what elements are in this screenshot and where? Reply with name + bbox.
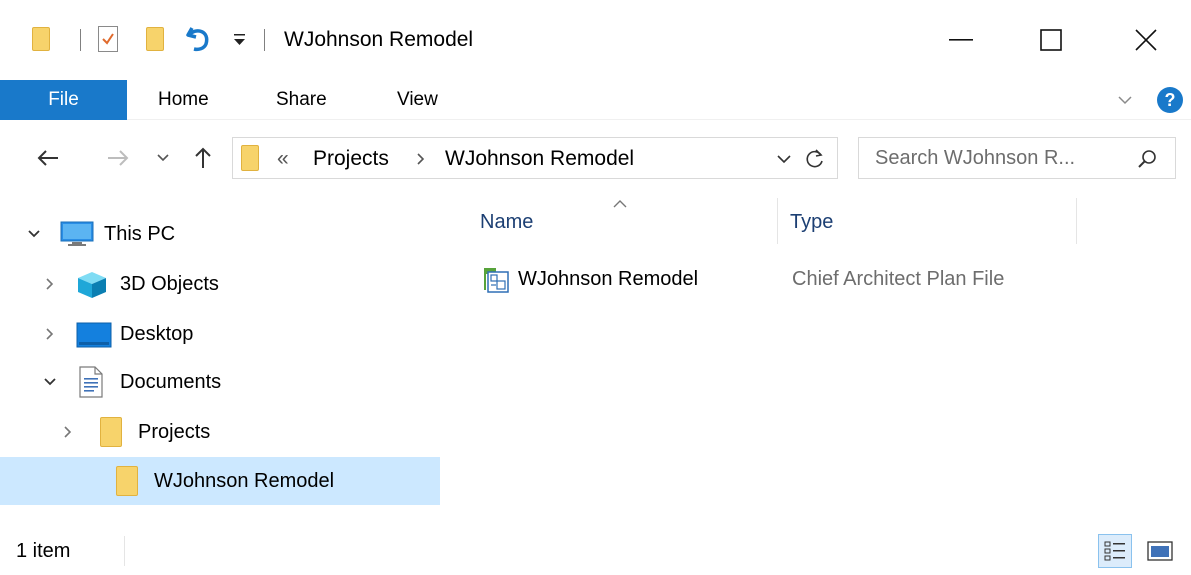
document-icon [78, 366, 104, 398]
nav-item-this-pc[interactable]: This PC [0, 210, 440, 258]
nav-item-3d-objects[interactable]: 3D Objects [0, 260, 440, 308]
plan-file-icon [482, 266, 510, 294]
maximize-button[interactable] [1016, 0, 1086, 80]
status-bar: 1 item [0, 530, 1191, 575]
arrow-left-icon [37, 150, 58, 166]
nav-item-wjohnson-remodel[interactable]: WJohnson Remodel [0, 457, 440, 505]
folder-icon [100, 417, 122, 447]
table-row[interactable]: WJohnson Remodel Chief Architect Plan Fi… [470, 258, 1150, 302]
search-icon[interactable] [1137, 148, 1159, 170]
nav-item-label: Projects [138, 420, 211, 443]
search-box[interactable]: Search WJohnson R... [858, 137, 1176, 179]
file-name: WJohnson Remodel [518, 268, 699, 290]
help-button[interactable]: ? [1157, 87, 1183, 113]
minimize-icon [949, 39, 973, 41]
breadcrumb-wjohnson-remodel[interactable]: WJohnson Remodel [445, 147, 634, 171]
nav-item-label: Desktop [120, 322, 194, 345]
address-bar[interactable]: « Projects WJohnson Remodel [232, 137, 838, 179]
nav-item-desktop[interactable]: Desktop [0, 310, 440, 358]
cube-icon [76, 270, 108, 300]
folder-icon [116, 466, 138, 496]
chevron-down-icon [777, 155, 791, 164]
details-view-button[interactable] [1098, 534, 1132, 568]
minimize-button[interactable] [926, 0, 996, 80]
file-type: Chief Architect Plan File [792, 268, 1005, 290]
large-icons-view-button[interactable] [1144, 538, 1178, 566]
close-button[interactable] [1111, 0, 1181, 80]
desktop-icon [76, 322, 112, 348]
back-button[interactable] [28, 138, 68, 178]
arrow-right-icon [108, 150, 129, 166]
chevron-down-icon[interactable] [40, 372, 60, 392]
maximize-icon [1040, 29, 1062, 51]
column-header-name[interactable]: Name [480, 192, 776, 252]
expand-ribbon-button[interactable] [1116, 92, 1134, 108]
item-count: 1 item [16, 540, 71, 562]
undo-icon[interactable] [184, 22, 214, 54]
address-dropdown-button[interactable] [776, 152, 792, 166]
nav-item-label: WJohnson Remodel [154, 469, 335, 492]
refresh-button[interactable] [803, 147, 827, 171]
monitor-icon [60, 220, 94, 248]
tab-share[interactable]: Share [276, 80, 327, 120]
breadcrumb-separator-icon [415, 151, 427, 167]
properties-icon[interactable] [98, 26, 118, 52]
nav-item-label: Documents [120, 370, 222, 393]
arrow-up-icon [195, 147, 211, 168]
close-icon [1135, 29, 1157, 51]
up-button[interactable] [186, 138, 220, 178]
nav-item-projects[interactable]: Projects [0, 408, 440, 456]
chevron-down-icon [157, 154, 169, 162]
search-input[interactable]: Search WJohnson R... [875, 147, 1075, 170]
folder-icon [241, 145, 259, 171]
chevron-down-icon [1118, 96, 1132, 105]
nav-item-label: This PC [104, 222, 176, 245]
status-divider [124, 536, 125, 566]
chevron-right-icon[interactable] [40, 274, 60, 294]
ribbon: File Home Share View ? [0, 80, 1191, 120]
address-row: « Projects WJohnson Remodel Search WJohn… [0, 120, 1191, 192]
chevron-right-icon[interactable] [40, 324, 60, 344]
file-list: Name Type WJohnson Remodel Chief Archite… [440, 192, 1191, 510]
chevron-right-icon[interactable] [58, 422, 78, 442]
refresh-icon [806, 149, 823, 168]
folder-icon[interactable] [32, 27, 50, 51]
checkmark-icon [102, 33, 114, 45]
window-title: WJohnson Remodel [284, 28, 474, 51]
column-divider[interactable] [1076, 198, 1077, 244]
tab-file[interactable]: File [0, 80, 127, 120]
forward-button[interactable] [98, 138, 138, 178]
breadcrumb-projects[interactable]: Projects [313, 147, 389, 171]
navigation-pane: This PC 3D Objects Desktop Documents Pro… [0, 192, 440, 510]
toolbar-separator [80, 29, 81, 51]
chevron-down-icon[interactable] [24, 224, 44, 244]
tab-home[interactable]: Home [158, 80, 209, 120]
details-view-icon [1104, 541, 1125, 561]
tab-view[interactable]: View [397, 80, 438, 120]
title-bar: WJohnson Remodel [0, 0, 1191, 80]
column-header-type[interactable]: Type [790, 192, 1076, 252]
recent-locations-button[interactable] [148, 138, 178, 178]
large-icons-view-icon [1147, 541, 1173, 561]
breadcrumb-overflow[interactable]: « [277, 147, 289, 171]
column-divider[interactable] [777, 198, 778, 244]
customize-toolbar-icon[interactable] [232, 32, 248, 48]
nav-item-label: 3D Objects [120, 272, 219, 295]
new-folder-icon[interactable] [146, 27, 164, 51]
title-separator [264, 29, 265, 51]
nav-item-documents[interactable]: Documents [0, 358, 440, 406]
